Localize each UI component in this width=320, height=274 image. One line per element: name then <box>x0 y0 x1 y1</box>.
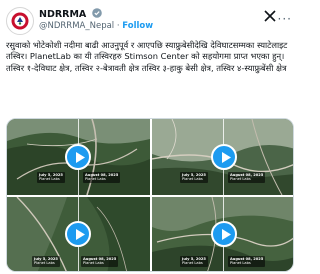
play-button[interactable] <box>65 221 91 247</box>
follow-button[interactable]: Follow <box>122 21 153 31</box>
video-3[interactable]: July 5, 2025 Planet Labs August 08, 2025 P… <box>7 197 150 271</box>
video-4[interactable]: July 5, 2025 Planet Labs August 08, 2025 P… <box>152 197 293 271</box>
separator-dot: · <box>116 21 120 31</box>
play-icon <box>222 229 231 240</box>
play-button[interactable] <box>65 144 91 170</box>
after-label: August 08, 2025 Planet Labs <box>81 256 119 267</box>
play-icon <box>222 152 231 163</box>
play-icon <box>76 152 85 163</box>
play-button[interactable] <box>211 221 237 247</box>
play-icon <box>76 229 85 240</box>
after-label: August 08, 2025 Planet Labs <box>228 172 266 183</box>
account-name-row: NDRRMA <box>39 8 102 20</box>
after-label: August 08, 2025 Planet Labs <box>228 256 266 267</box>
account-name[interactable]: NDRRMA <box>39 9 86 20</box>
after-label: August 08, 2025 Planet Labs <box>83 172 121 183</box>
avatar[interactable] <box>6 7 34 35</box>
more-options-icon[interactable]: ··· <box>278 12 292 26</box>
before-label: July 5, 2025 Planet Labs <box>180 172 208 183</box>
before-label: July 5, 2025 Planet Labs <box>37 172 65 183</box>
before-label: July 5, 2025 Planet Labs <box>32 256 60 267</box>
play-button[interactable] <box>211 144 237 170</box>
media-grid: July 5, 2025 Planet Labs August 08, 2025 P… <box>6 118 294 272</box>
before-label: July 5, 2025 Planet Labs <box>180 256 208 267</box>
video-2[interactable]: July 5, 2025 Planet Labs August 08, 2025 P… <box>152 119 293 195</box>
tweet-text: रसुवाको भोटेकोशी नदीमा बाढी आउनुपूर्व र … <box>6 40 288 73</box>
account-handle[interactable]: @NDRRMA_Nepal <box>39 21 114 31</box>
x-logo-icon <box>264 10 276 22</box>
nepal-government-emblem-icon <box>8 9 32 33</box>
verified-badge-icon <box>91 8 102 18</box>
video-1[interactable]: July 5, 2025 Planet Labs August 08, 2025 P… <box>7 119 150 195</box>
handle-row: @NDRRMA_Nepal · Follow <box>39 21 153 31</box>
tweet-header: NDRRMA @NDRRMA_Nepal · Follow ··· <box>6 6 294 40</box>
